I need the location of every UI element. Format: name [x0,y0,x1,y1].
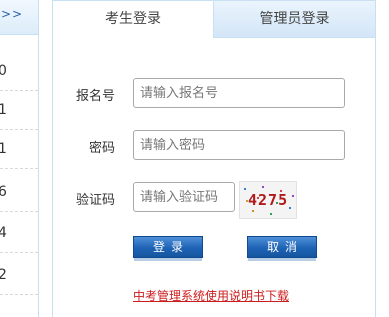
list-item: 1 [0,91,38,130]
password-label: 密码 [88,141,115,156]
captcha-input[interactable] [133,182,235,212]
login-card: 考生登录 管理员登录 报名号 密码 验证码 4275 登录 取消 [52,0,376,317]
registration-label: 报名号 [75,89,115,104]
list-item: 0 [0,52,38,91]
login-button[interactable]: 登录 [133,236,203,261]
password-input[interactable] [133,130,345,160]
registration-number-input[interactable] [133,78,345,108]
page: >> 0 1 1 6 4 2 考生登录 管理员登录 报名号 密码 验证码 [0,0,389,317]
tab-student-login[interactable]: 考生登录 [53,0,213,38]
expand-toggle[interactable]: >> [0,0,38,35]
captcha-code: 4275 [248,191,289,209]
list-item: 6 [0,173,38,212]
captcha-label: 验证码 [75,193,115,208]
list-item: 4 [0,214,38,253]
login-tabs: 考生登录 管理员登录 [53,0,375,38]
left-panel: >> 0 1 1 6 4 2 [0,0,39,317]
cancel-button[interactable]: 取消 [247,236,317,261]
list-item: 2 [0,256,38,295]
manual-download-link[interactable]: 中考管理系统使用说明书下载 [133,287,289,304]
list-item: 1 [0,130,38,169]
tab-admin-login[interactable]: 管理员登录 [213,0,375,38]
captcha-image[interactable]: 4275 [239,181,297,219]
